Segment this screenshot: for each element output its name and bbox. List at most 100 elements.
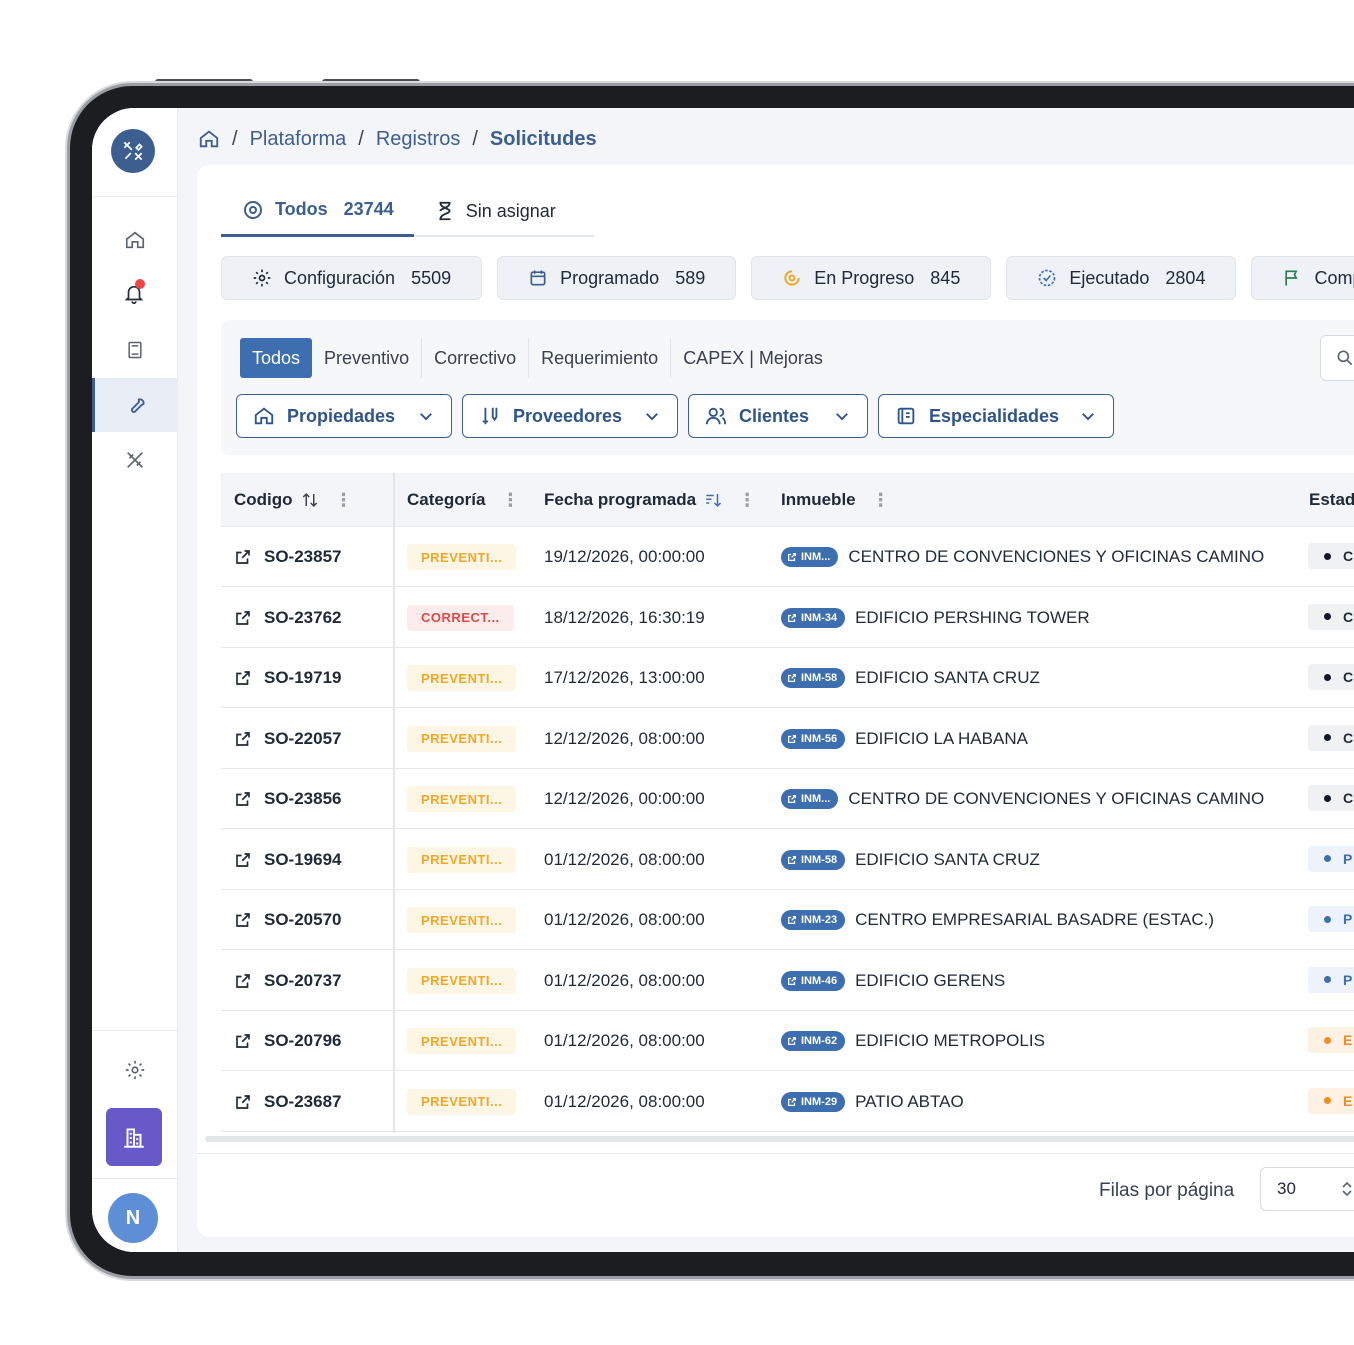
buildings-button[interactable]	[106, 1108, 162, 1166]
date-cell: 18/12/2026, 16:30:19	[544, 607, 705, 627]
search-button[interactable]	[1320, 335, 1354, 381]
horizontal-scrollbar[interactable]	[205, 1136, 1354, 1142]
request-code-cell[interactable]: SO-23687	[234, 1072, 342, 1132]
table-row[interactable]: SO-23857 PREVENTI... 19/12/2026, 00:00:0…	[221, 527, 1354, 587]
property-code-badge[interactable]: INM-62	[781, 1031, 846, 1051]
status-badge: E	[1308, 1027, 1354, 1053]
home-icon[interactable]	[198, 128, 220, 150]
sort-desc-icon[interactable]	[704, 491, 722, 509]
rows-per-page-select[interactable]: 30	[1260, 1167, 1354, 1211]
request-code-cell[interactable]: SO-19719	[234, 648, 342, 708]
property-code-badge[interactable]: INM-58	[781, 668, 846, 688]
column-menu-icon[interactable]: ⋮	[872, 490, 890, 511]
external-link-icon[interactable]	[234, 609, 252, 627]
table-row[interactable]: SO-20796 PREVENTI... 01/12/2026, 08:00:0…	[221, 1011, 1354, 1071]
column-header-categoria[interactable]: Categoría ⋮	[407, 473, 519, 527]
column-menu-icon[interactable]: ⋮	[335, 490, 353, 511]
status-chip-programado[interactable]: Programado 589	[497, 256, 737, 300]
column-header-estado[interactable]: Estad	[1309, 473, 1354, 527]
request-code-cell[interactable]: SO-20737	[234, 951, 342, 1011]
main-panel: Todos 23744 Sin asignar Configuración 550…	[197, 165, 1354, 1237]
segment-capex[interactable]: CAPEX | Mejoras	[671, 338, 835, 378]
property-code-badge[interactable]: INM-29	[781, 1091, 846, 1112]
external-link-icon[interactable]	[234, 548, 252, 566]
status-chip-ejecutado[interactable]: Ejecutado 2804	[1006, 256, 1237, 300]
request-code-cell[interactable]: SO-20570	[234, 890, 342, 950]
table-row[interactable]: SO-22057 PREVENTI... 12/12/2026, 08:00:0…	[221, 709, 1354, 769]
column-header-codigo[interactable]: Codigo ⋮	[234, 473, 353, 527]
request-code-cell[interactable]: SO-23762	[234, 588, 342, 648]
sidebar-item-notifications[interactable]	[92, 268, 178, 322]
sidebar-item-settings[interactable]	[92, 1043, 178, 1097]
document-icon	[897, 407, 915, 425]
sidebar-item-tools[interactable]	[92, 433, 178, 487]
breadcrumb-link[interactable]: Registros	[376, 128, 460, 151]
external-link-icon[interactable]	[234, 851, 252, 869]
external-link-icon[interactable]	[234, 911, 252, 929]
table-row[interactable]: SO-20737 PREVENTI... 01/12/2026, 08:00:0…	[221, 951, 1354, 1011]
property-code-badge[interactable]: INM-23	[781, 910, 846, 930]
external-link-icon[interactable]	[234, 972, 252, 990]
tab-todos[interactable]: Todos 23744	[221, 185, 414, 237]
external-link-icon[interactable]	[234, 1032, 252, 1050]
status-chip-configuracion[interactable]: Configuración 5509	[221, 256, 483, 300]
category-cell: PREVENTI...	[407, 1011, 517, 1071]
table-row[interactable]: SO-19719 PREVENTI... 17/12/2026, 13:00:0…	[221, 648, 1354, 708]
column-header-fecha[interactable]: Fecha programada ⋮	[544, 473, 756, 527]
property-code-badge[interactable]: INM...	[781, 547, 839, 567]
category-badge: PREVENTI...	[407, 907, 517, 933]
external-link-icon	[788, 795, 796, 803]
breadcrumb-link[interactable]: Plataforma	[250, 128, 347, 151]
segment-todos[interactable]: Todos	[240, 338, 313, 378]
date-cell: 01/12/2026, 08:00:00	[544, 849, 705, 869]
table-row[interactable]: SO-19694 PREVENTI... 01/12/2026, 08:00:0…	[221, 830, 1354, 890]
external-link-icon[interactable]	[234, 1093, 252, 1111]
sort-icon[interactable]	[301, 491, 319, 509]
column-menu-icon[interactable]: ⋮	[501, 490, 519, 511]
column-menu-icon[interactable]: ⋮	[738, 490, 756, 511]
avatar[interactable]: N	[108, 1193, 158, 1243]
status-badge: C	[1308, 543, 1354, 569]
request-code-cell[interactable]: SO-20796	[234, 1011, 342, 1071]
date-cell: 01/12/2026, 08:00:00	[544, 910, 705, 929]
app-logo[interactable]	[111, 129, 155, 173]
propiedades-dropdown[interactable]: Propiedades	[236, 394, 452, 438]
external-link-icon	[788, 855, 796, 864]
sidebar-item-maintenance[interactable]	[92, 378, 178, 432]
request-code-cell[interactable]: SO-22057	[234, 709, 342, 769]
external-link-icon[interactable]	[234, 790, 252, 808]
external-link-icon[interactable]	[234, 730, 252, 748]
property-code-badge[interactable]: INM-34	[781, 607, 846, 628]
external-link-icon[interactable]	[234, 669, 252, 687]
clientes-dropdown[interactable]: Clientes	[688, 394, 868, 438]
request-code-cell[interactable]: SO-19694	[234, 830, 342, 890]
status-chip-completado[interactable]: Comp	[1251, 256, 1354, 300]
external-link-icon	[788, 734, 796, 743]
property-code-badge[interactable]: INM-46	[781, 970, 846, 991]
tab-sin-asignar[interactable]: Sin asignar	[414, 185, 576, 237]
table-row[interactable]: SO-23687 PREVENTI... 01/12/2026, 08:00:0…	[221, 1072, 1354, 1132]
request-code-cell[interactable]: SO-23857	[234, 527, 342, 587]
sidebar-item-home[interactable]	[92, 213, 178, 267]
property-code-badge[interactable]: INM-56	[781, 728, 846, 749]
sidebar-item-book[interactable]	[92, 323, 178, 377]
tab-label: Sin asignar	[465, 200, 556, 221]
segment-correctivo[interactable]: Correctivo	[422, 338, 530, 378]
segment-preventivo[interactable]: Preventivo	[312, 338, 423, 378]
status-chip-en-progreso[interactable]: En Progreso 845	[751, 256, 992, 300]
category-cell: PREVENTI...	[407, 648, 517, 708]
category-cell: PREVENTI...	[407, 709, 517, 769]
proveedores-dropdown[interactable]: Proveedores	[462, 394, 678, 438]
property-code-badge[interactable]: INM-58	[781, 849, 846, 870]
filter-box: Todos Preventivo Correctivo Requerimient…	[221, 320, 1354, 455]
especialidades-dropdown[interactable]: Especialidades	[878, 394, 1114, 438]
property-code-badge[interactable]: INM...	[781, 789, 839, 809]
table-row[interactable]: SO-23856 PREVENTI... 12/12/2026, 00:00:0…	[221, 769, 1354, 829]
table-row[interactable]: SO-20570 PREVENTI... 01/12/2026, 08:00:0…	[221, 890, 1354, 950]
column-header-inmueble[interactable]: Inmueble ⋮	[781, 473, 890, 527]
status-dot	[1324, 734, 1331, 741]
request-code-cell[interactable]: SO-23856	[234, 769, 342, 829]
table-row[interactable]: SO-23762 CORRECT... 18/12/2026, 16:30:19…	[221, 588, 1354, 648]
segment-requerimiento[interactable]: Requerimiento	[529, 338, 672, 378]
request-code: SO-20570	[264, 910, 342, 929]
